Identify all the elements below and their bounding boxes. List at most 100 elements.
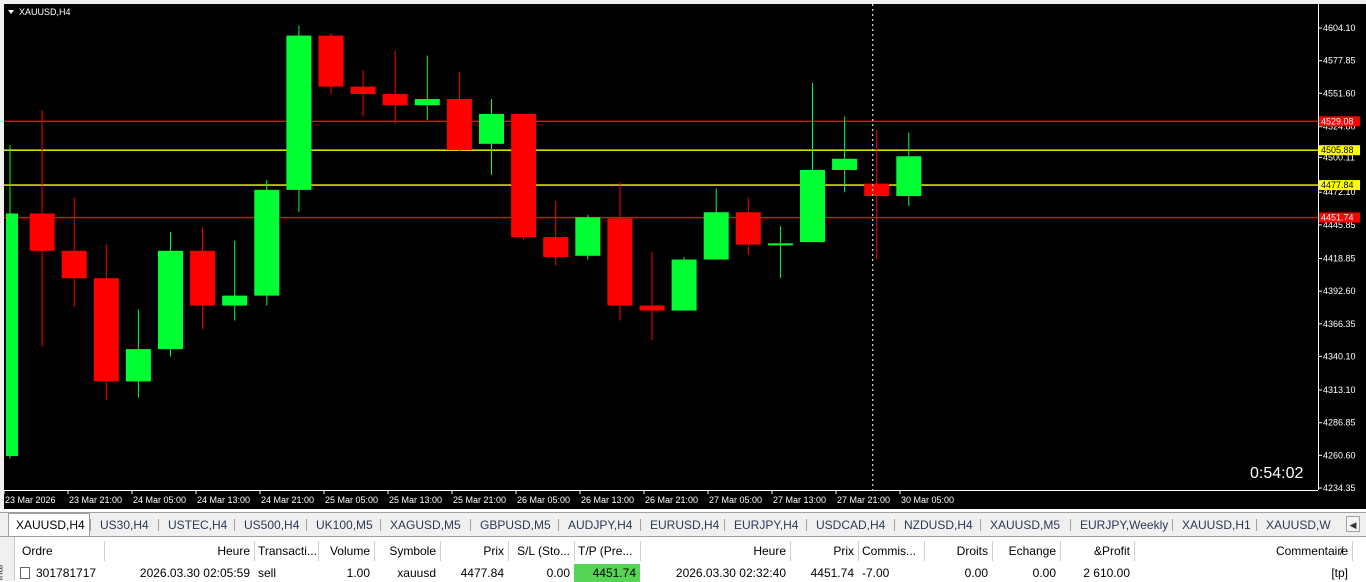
candle-bearish bbox=[382, 94, 408, 106]
time-tick-label: 25 Mar 21:00 bbox=[453, 495, 506, 505]
candle-bearish bbox=[735, 212, 761, 245]
tab-separator bbox=[724, 519, 725, 531]
tab-usdcad-h4[interactable]: USDCAD,H4 bbox=[812, 515, 889, 535]
time-tick-label: 24 Mar 21:00 bbox=[261, 495, 314, 505]
tab-separator bbox=[558, 519, 559, 531]
order-cell-profit: 2 610.00 bbox=[1083, 566, 1130, 580]
time-tick-label: 25 Mar 05:00 bbox=[325, 495, 378, 505]
order-cell-order: 301781717 bbox=[36, 566, 97, 580]
time-tick-label: 26 Mar 13:00 bbox=[581, 495, 634, 505]
column-header-comment[interactable]: Commentaire bbox=[1134, 539, 1352, 563]
tab-separator bbox=[470, 519, 471, 531]
chart-window[interactable]: 4604.10 4577.85 4551.60 4524.80 4500.11 4472.… bbox=[0, 0, 1366, 509]
tab-separator bbox=[980, 519, 981, 531]
candle-bearish bbox=[446, 99, 472, 151]
time-tick-label: 24 Mar 13:00 bbox=[197, 495, 250, 505]
column-header-order[interactable]: Ordre bbox=[18, 539, 104, 563]
price-tick-label: 4604.10 bbox=[1323, 23, 1356, 33]
order-cell-swap-droits: 0.00 bbox=[964, 566, 988, 580]
candle-bearish bbox=[639, 305, 665, 311]
level-price-label: 4505.88 bbox=[1321, 145, 1354, 155]
tab-separator bbox=[158, 519, 159, 531]
candle-bearish bbox=[190, 250, 216, 306]
column-header-stop-loss[interactable]: S/L (Sto... bbox=[508, 539, 574, 563]
column-header-close-price[interactable]: Prix bbox=[790, 539, 858, 563]
candle-bearish bbox=[318, 35, 344, 87]
tab-uk100-m5[interactable]: UK100,M5 bbox=[312, 515, 377, 535]
tab-ustec-h4[interactable]: USTEC,H4 bbox=[164, 515, 231, 535]
time-tick-label: 26 Mar 21:00 bbox=[645, 495, 698, 505]
price-tick-label: 4286.85 bbox=[1323, 418, 1356, 428]
tab-separator bbox=[640, 519, 641, 531]
candle-bullish bbox=[254, 189, 280, 296]
tab-xagusd-m5[interactable]: XAGUSD,M5 bbox=[386, 515, 465, 535]
tab-separator bbox=[1070, 519, 1071, 531]
chart-symbol-label: XAUUSD,H4 bbox=[19, 7, 71, 17]
column-header-profit[interactable]: &Profit bbox=[1060, 539, 1134, 563]
time-tick-label: 25 Mar 13:00 bbox=[389, 495, 442, 505]
candle-bullish bbox=[575, 217, 601, 256]
tab-xauusd-h1[interactable]: XAUUSD,H1 bbox=[1178, 515, 1255, 535]
column-header-swap-droits[interactable]: Droits bbox=[924, 539, 992, 563]
tab-eurjpy-h4[interactable]: EURJPY,H4 bbox=[730, 515, 802, 535]
tab-nzdusd-h4[interactable]: NZDUSD,H4 bbox=[900, 515, 977, 535]
time-tick-label: 26 Mar 05:00 bbox=[517, 495, 570, 505]
order-cell-take-profit: 4451.74 bbox=[574, 564, 640, 582]
column-header-type[interactable]: Transacti... bbox=[254, 539, 318, 563]
tab-eurjpy-weekly[interactable]: EURJPY,Weekly bbox=[1076, 515, 1172, 535]
candle-bearish bbox=[543, 237, 569, 258]
column-header-symbol[interactable]: Symbole bbox=[374, 539, 440, 563]
column-header-close-time[interactable]: Heure bbox=[640, 539, 790, 563]
time-tick-label: 23 Mar 21:00 bbox=[69, 495, 122, 505]
price-tick-label: 4577.85 bbox=[1323, 56, 1356, 66]
tab-xauusd-h4[interactable]: XAUUSD,H4 bbox=[8, 513, 90, 537]
price-tick-label: 4366.35 bbox=[1323, 319, 1356, 329]
candle-bullish bbox=[125, 349, 151, 382]
order-cell-open-time: 2026.03.30 02:05:59 bbox=[139, 566, 250, 580]
candle-bearish bbox=[511, 113, 537, 238]
tab-separator bbox=[380, 519, 381, 531]
tab-xauusd-m5[interactable]: XAUUSD,M5 bbox=[986, 515, 1064, 535]
tab-xauusd-w[interactable]: XAUUSD,W bbox=[1262, 515, 1335, 535]
column-header-open-time[interactable]: Heure bbox=[104, 539, 254, 563]
price-tick-label: 4313.10 bbox=[1323, 385, 1356, 395]
column-header-commission[interactable]: Commis... bbox=[858, 539, 924, 563]
price-chart[interactable]: 4604.104577.854551.604524.804500.114472.… bbox=[0, 0, 1366, 509]
candle-countdown: 0:54:02 bbox=[1250, 465, 1303, 482]
candle-bearish bbox=[607, 218, 633, 306]
tab-separator bbox=[806, 519, 807, 531]
candle-bearish bbox=[29, 213, 55, 251]
chart-tab-bar: XAUUSD,H4 US30,H4 USTEC,H4 US500,H4 UK100,M5… bbox=[0, 512, 1366, 537]
terminal-side-handle[interactable]: inal bbox=[0, 537, 15, 581]
level-price-label: 4451.74 bbox=[1321, 213, 1354, 223]
column-header-open-price[interactable]: Prix bbox=[440, 539, 508, 563]
order-cell-symbol: xauusd bbox=[397, 566, 436, 580]
column-header-exchange[interactable]: Echange bbox=[992, 539, 1060, 563]
candle-bullish bbox=[767, 243, 793, 246]
candle-bullish bbox=[6, 213, 18, 457]
order-cell-close-price: 4451.74 bbox=[810, 566, 854, 580]
tab-scroll-left-icon[interactable]: ◀ bbox=[1346, 516, 1360, 532]
column-header-volume[interactable]: Volume bbox=[318, 539, 374, 563]
tab-us500-h4[interactable]: US500,H4 bbox=[240, 515, 303, 535]
order-cell-type: sell bbox=[258, 566, 277, 580]
tab-gbpusd-m5[interactable]: GBPUSD,M5 bbox=[476, 515, 555, 535]
order-cell-close-time: 2026.03.30 02:32:40 bbox=[675, 566, 786, 580]
candle-bullish bbox=[286, 35, 312, 190]
column-header-take-profit[interactable]: T/P (Pre... bbox=[574, 539, 640, 563]
tab-eurusd-h4[interactable]: EURUSD,H4 bbox=[646, 515, 723, 535]
tab-us30-h4[interactable]: US30,H4 bbox=[96, 515, 153, 535]
terminal-side-label: inal bbox=[0, 564, 6, 581]
time-tick-label: 27 Mar 05:00 bbox=[709, 495, 762, 505]
price-tick-label: 4260.60 bbox=[1323, 450, 1356, 460]
tab-audjpy-h4[interactable]: AUDJPY,H4 bbox=[564, 515, 636, 535]
time-tick-label: 23 Mar 2026 bbox=[5, 495, 56, 505]
candle-bullish bbox=[800, 169, 825, 243]
candle-bearish bbox=[93, 278, 119, 382]
candle-bullish bbox=[896, 156, 922, 197]
tab-separator bbox=[1256, 519, 1257, 531]
order-cell-exchange: 0.00 bbox=[1032, 566, 1056, 580]
price-tick-label: 4551.60 bbox=[1323, 88, 1356, 98]
column-divider[interactable] bbox=[1352, 541, 1353, 561]
level-price-label: 4477.84 bbox=[1321, 180, 1354, 190]
